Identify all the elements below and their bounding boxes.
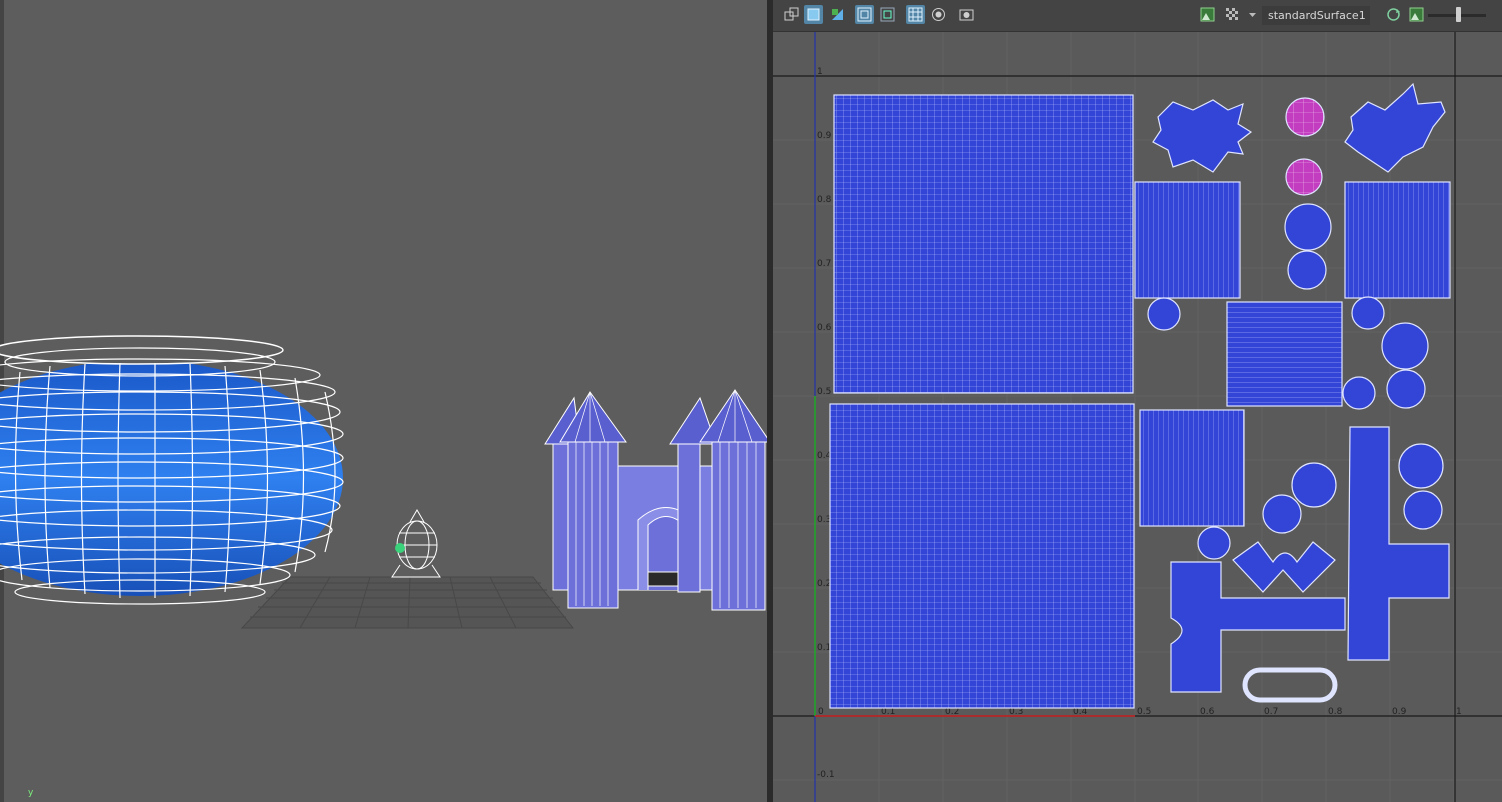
- u-label-0-6: 0.6: [1200, 707, 1215, 717]
- viewport-scene[interactable]: [0, 0, 767, 802]
- axis-indicator-y: y: [28, 788, 34, 798]
- v-label-0-1: 0.1: [817, 643, 831, 653]
- u-label-0-7: 0.7: [1264, 707, 1278, 717]
- uv-shell-disc: [1284, 203, 1332, 251]
- uv-shell-large-top: [833, 94, 1134, 394]
- v-label-0-4: 0.4: [817, 451, 832, 461]
- dropdown-icon[interactable]: [1243, 5, 1262, 24]
- u-label-1: 1: [1456, 707, 1462, 717]
- small-character-model[interactable]: [391, 509, 441, 578]
- uv-shell-organic: [1152, 99, 1253, 173]
- grid-toggle-icon[interactable]: [906, 5, 925, 24]
- uv-canvas[interactable]: 0 0.1 0.2 0.3 0.4 0.5 0.6 0.7 0.8 0.9 1 …: [773, 32, 1502, 802]
- uv-shell-rect: [1226, 301, 1343, 407]
- checker-icon[interactable]: [1223, 5, 1242, 24]
- frame-all-icon[interactable]: [855, 5, 874, 24]
- uv-shell-disc: [1287, 250, 1327, 290]
- perspective-viewport[interactable]: y: [0, 0, 767, 802]
- v-label-0-8: 0.8: [817, 195, 832, 205]
- castle-model[interactable]: [544, 389, 767, 611]
- uv-grid-icon[interactable]: [782, 5, 801, 24]
- uv-shell-disc: [1147, 297, 1181, 331]
- uv-shell-disc-selected: [1285, 158, 1323, 196]
- u-label-0: 0: [818, 707, 824, 717]
- uv-shell-disc: [1197, 526, 1231, 560]
- pot-model[interactable]: [0, 335, 344, 605]
- uv-shell-disc: [1262, 494, 1302, 534]
- ground-grid: [240, 576, 575, 629]
- uv-shell-ring: [1242, 667, 1338, 703]
- distortion-icon[interactable]: [828, 5, 847, 24]
- v-label-1: 1: [817, 67, 823, 77]
- uv-editor-panel[interactable]: standardSurface1 0 0.1 0.2 0.3 0.4 0.5 0…: [773, 0, 1502, 802]
- uv-shell-disc: [1291, 462, 1337, 508]
- texture-refresh-icon[interactable]: [1384, 5, 1403, 24]
- uv-shell-disc: [1386, 369, 1426, 409]
- u-label-0-5: 0.5: [1137, 707, 1151, 717]
- pixel-snap-icon[interactable]: [929, 5, 948, 24]
- uv-toolbar: standardSurface1: [773, 0, 1502, 32]
- uv-shell-disc: [1351, 296, 1385, 330]
- v-label-0-6: 0.6: [817, 323, 832, 333]
- u-label-0-8: 0.8: [1328, 707, 1343, 717]
- v-label-0-2: 0.2: [817, 579, 831, 589]
- image-display-icon[interactable]: [1198, 5, 1217, 24]
- v-label-0-7: 0.7: [817, 259, 831, 269]
- v-label-0-3: 0.3: [817, 515, 831, 525]
- material-name-field[interactable]: standardSurface1: [1262, 6, 1370, 25]
- screenshot-icon[interactable]: [957, 5, 976, 24]
- uv-shell-rect: [1344, 181, 1451, 299]
- uv-shell-disc: [1398, 443, 1444, 489]
- uv-shell-bowtie: [1232, 541, 1336, 593]
- u-label-0-9: 0.9: [1392, 707, 1407, 717]
- uv-shell-disc-selected: [1285, 97, 1325, 137]
- v-label-0-5: 0.5: [817, 387, 831, 397]
- uv-shell-disc: [1381, 322, 1429, 370]
- shaded-uv-icon[interactable]: [804, 5, 823, 24]
- uv-shell-organic: [1344, 82, 1446, 173]
- uv-shell-disc: [1403, 490, 1443, 530]
- uv-shell-rect: [1139, 409, 1245, 527]
- uv-shell-disc: [1342, 376, 1376, 410]
- slider-handle[interactable]: [1456, 7, 1461, 22]
- frame-selection-icon[interactable]: [878, 5, 897, 24]
- uv-shell-rect: [1134, 181, 1241, 299]
- v-label-0-9: 0.9: [817, 131, 832, 141]
- texture-image-icon[interactable]: [1407, 5, 1426, 24]
- v-label-neg-0-1: -0.1: [817, 770, 835, 780]
- uv-shell-large-bottom: [829, 403, 1135, 709]
